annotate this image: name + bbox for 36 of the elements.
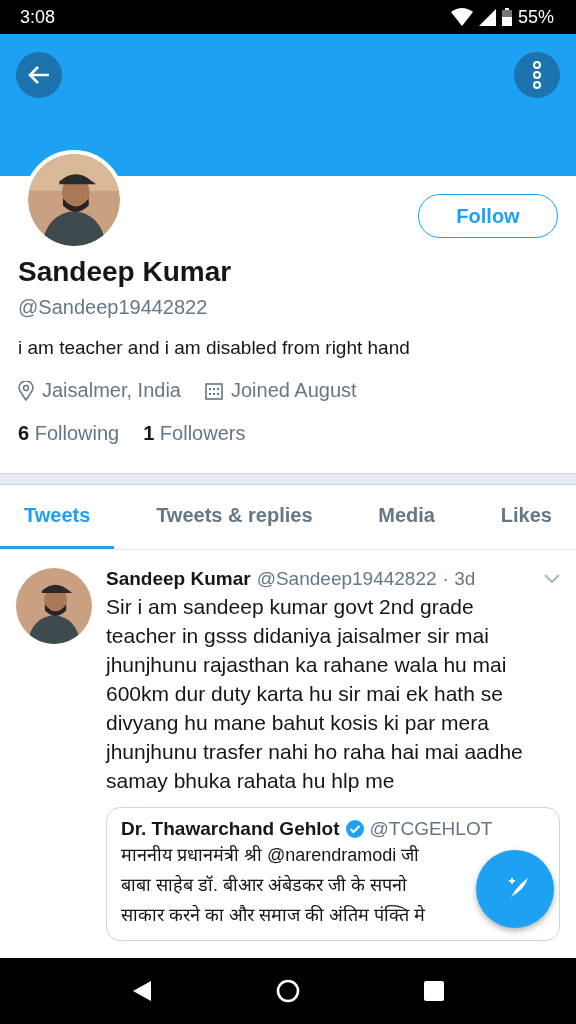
more-icon xyxy=(532,61,542,89)
calendar-icon xyxy=(204,381,223,400)
wifi-icon xyxy=(450,8,473,26)
back-arrow-icon xyxy=(27,65,51,85)
signal-icon xyxy=(478,8,496,26)
home-nav-icon[interactable] xyxy=(276,979,300,1003)
battery-level: 55% xyxy=(517,6,554,28)
back-nav-icon[interactable] xyxy=(132,980,152,1002)
quoted-text-line: साकार करने का और समाज की अंतिम पंक्ति मे xyxy=(121,904,425,927)
more-button[interactable] xyxy=(514,52,560,98)
following-link[interactable]: 6 Following xyxy=(18,422,120,445)
quoted-text-line: माननीय प्रधानमंत्री श्री @narendramodi जी xyxy=(121,844,420,867)
tweet-author: Sandeep Kumar xyxy=(106,568,251,590)
compose-tweet-button[interactable] xyxy=(476,850,554,928)
followers-link[interactable]: 1 Followers xyxy=(143,422,246,445)
profile-name: Sandeep Kumar xyxy=(18,256,233,288)
tweet-time: · 3d xyxy=(442,568,476,590)
back-button[interactable] xyxy=(16,52,62,98)
profile-tab[interactable]: Tweets & replies xyxy=(132,485,337,549)
profile-tab[interactable]: Tweets xyxy=(0,485,115,549)
profile-tab[interactable]: Media xyxy=(354,485,459,549)
quoted-author: Dr. Thawarchand Gehlot xyxy=(121,818,340,840)
tweet-handle: @Sandeep19442822 xyxy=(256,568,437,590)
quoted-text-line: बाबा साहेब डॉ. बीआर अंबेडकर जी के सपनो xyxy=(121,874,407,897)
profile-location: Jaisalmer, India xyxy=(42,379,181,402)
battery-icon xyxy=(501,8,512,26)
tweet-text: Sir i am sandeep kumar govt 2nd grade teacher in gsss didaniya jaisalmer sir mai jhunjhunu rajasthan ka rahane wala hu mai 600km dur duty karta hu sir mai ek hath se divyang hu mane bahut kosis ki par mera jhunjhunu trasfer nahi ho raha hai mai aadhe samay bhuka rahata hu hlp me xyxy=(106,594,524,794)
profile-bio: i am teacher and i am disabled from right hand xyxy=(18,337,411,359)
clock: 3:08 xyxy=(20,6,56,28)
follow-button[interactable]: Follow xyxy=(418,194,558,238)
joined-date: Joined August xyxy=(230,379,357,402)
profile-handle: @Sandeep19442822 xyxy=(18,296,209,319)
profile-tab[interactable]: Likes xyxy=(476,485,576,549)
quoted-tweet[interactable]: Dr. Thawarchand Gehlot @TCGEHLOT माननीय प्रधानमंत्री श्री @narendramodi जी बाबा साहेब डॉ. बीआर अंबेडकर जी के सपनो साकार करने का और समाज की अंतिम पंक्ति मे xyxy=(106,807,560,941)
location-pin-icon xyxy=(18,380,34,401)
quoted-handle: @TCGEHLOT xyxy=(369,818,493,840)
